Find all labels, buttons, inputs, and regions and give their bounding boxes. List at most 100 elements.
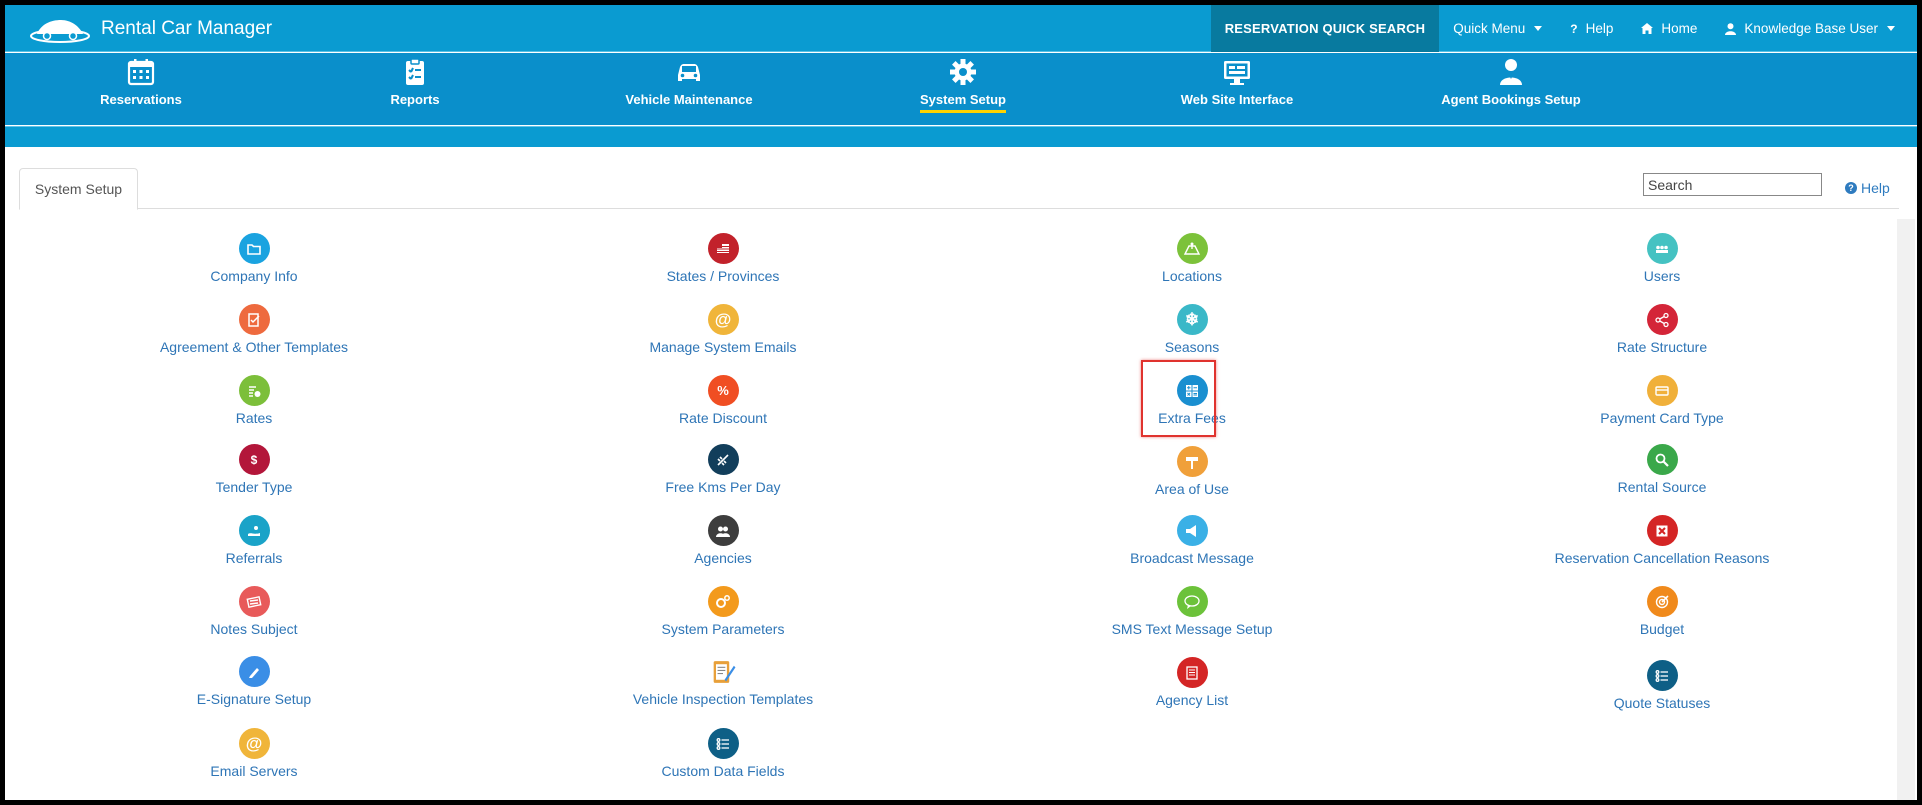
setup-item-agency-list[interactable]: Agency List — [992, 657, 1392, 708]
nav-agent-bookings-setup[interactable]: Agent Bookings Setup — [1431, 57, 1591, 110]
setup-item-label: Manage System Emails — [649, 339, 797, 355]
home-icon — [1641, 23, 1654, 34]
brand[interactable]: Rental Car Manager — [29, 14, 272, 44]
agent-icon — [1500, 59, 1522, 85]
question-circle-icon: ? — [1845, 182, 1857, 194]
setup-item-label: Seasons — [1164, 339, 1220, 355]
setup-item-system-parameters[interactable]: System Parameters — [523, 586, 923, 637]
user-menu-dropdown[interactable]: Knowledge Base User — [1711, 5, 1917, 52]
map-icon — [1176, 233, 1208, 264]
home-link[interactable]: Home — [1627, 5, 1711, 52]
clipboard-icon — [406, 58, 424, 85]
nav-system-setup[interactable]: System Setup — [883, 57, 1043, 113]
setup-item-notes-subject[interactable]: Notes Subject — [54, 586, 454, 637]
setup-item-rate-discount[interactable]: % Rate Discount — [523, 375, 923, 426]
tab-bar: System Setup — [19, 163, 1899, 210]
setup-item-label: Tender Type — [215, 479, 293, 495]
setup-item-label: Agency List — [1155, 692, 1229, 708]
list-doc-icon — [1176, 657, 1208, 688]
folder-icon — [238, 233, 270, 264]
setup-item-locations[interactable]: Locations — [992, 233, 1392, 284]
nav-vehicle-maintenance-label: Vehicle Maintenance — [625, 92, 753, 107]
setup-item-payment-card-type[interactable]: Payment Card Type — [1462, 375, 1862, 426]
setup-item-label: Budget — [1639, 621, 1685, 637]
clipboard-pencil-icon — [708, 656, 739, 687]
scrollbar[interactable] — [1897, 219, 1915, 800]
setup-item-referrals[interactable]: Referrals — [54, 515, 454, 566]
monitor-icon — [1224, 61, 1250, 85]
card-icon — [1646, 375, 1678, 406]
setup-item-budget[interactable]: Budget — [1462, 586, 1862, 637]
car-logo-icon — [30, 20, 90, 43]
app-title: Rental Car Manager — [101, 18, 273, 39]
setup-item-reservation-cancellation-reasons[interactable]: Reservation Cancellation Reasons — [1462, 515, 1862, 566]
setup-item-label: Rental Source — [1617, 479, 1707, 495]
target-icon — [1646, 586, 1678, 617]
help-top-link[interactable]: ? Help — [1556, 5, 1627, 52]
tab-system-setup[interactable]: System Setup — [19, 168, 138, 210]
setup-item-label: Rates — [235, 410, 273, 426]
nav-sub-strip — [5, 126, 1917, 147]
nav-web-site-interface[interactable]: Web Site Interface — [1157, 57, 1317, 110]
setup-item-label: Agreement & Other Templates — [159, 339, 349, 355]
share-icon — [1646, 304, 1678, 335]
setup-item-label: Company Info — [210, 268, 298, 284]
hand-icon — [238, 515, 270, 546]
setup-item-label: Vehicle Inspection Templates — [632, 691, 814, 707]
setup-item-quote-statuses[interactable]: Quote Statuses — [1462, 660, 1862, 711]
main-nav: Reservations Reports Vehicle Maintenance — [5, 53, 1917, 125]
nav-reports[interactable]: Reports — [335, 57, 495, 110]
setup-item-company-info[interactable]: Company Info — [54, 233, 454, 284]
quick-menu-dropdown[interactable]: Quick Menu — [1439, 5, 1556, 52]
at-icon: @ — [707, 304, 739, 335]
setup-item-label: Reservation Cancellation Reasons — [1554, 550, 1770, 566]
at-icon: @ — [238, 728, 270, 759]
search-input[interactable] — [1643, 173, 1822, 196]
user-name: Knowledge Base User — [1744, 21, 1878, 36]
setup-item-e-signature-setup[interactable]: E-Signature Setup — [54, 656, 454, 707]
setup-item-label: Agencies — [694, 550, 752, 566]
magnifier-icon — [1646, 444, 1678, 475]
setup-item-sms-text-message-setup[interactable]: SMS Text Message Setup — [992, 586, 1392, 637]
setup-item-email-servers[interactable]: @ Email Servers — [54, 728, 454, 779]
setup-item-label: Broadcast Message — [1130, 550, 1254, 566]
setup-item-label: Email Servers — [210, 763, 298, 779]
setup-item-tender-type[interactable]: $ Tender Type — [54, 444, 454, 495]
pen-icon — [238, 656, 270, 687]
help-link[interactable]: ? Help — [1845, 180, 1890, 196]
setup-item-broadcast-message[interactable]: Broadcast Message — [992, 515, 1392, 566]
setup-item-area-of-use[interactable]: Area of Use — [992, 446, 1392, 497]
setup-item-label: Free Kms Per Day — [665, 479, 781, 495]
reservation-quick-search-button[interactable]: RESERVATION QUICK SEARCH — [1210, 5, 1440, 52]
chevron-down-icon — [1534, 26, 1543, 31]
setup-item-states-provinces[interactable]: States / Provinces — [523, 233, 923, 284]
calendar-icon — [127, 59, 155, 86]
setup-item-vehicle-inspection-templates[interactable]: Vehicle Inspection Templates — [523, 656, 923, 707]
list-icon — [707, 728, 739, 759]
setup-item-free-kms-per-day[interactable]: Free Kms Per Day — [523, 444, 923, 495]
nav-reports-label: Reports — [390, 92, 440, 107]
document-edit-icon — [238, 304, 270, 335]
nav-vehicle-maintenance[interactable]: Vehicle Maintenance — [609, 57, 769, 110]
question-icon: ? — [1570, 21, 1578, 36]
setup-item-rate-structure[interactable]: Rate Structure — [1462, 304, 1862, 355]
top-bar: Rental Car Manager RESERVATION QUICK SEA… — [5, 5, 1917, 52]
setup-item-label: Custom Data Fields — [661, 763, 785, 779]
extra-fees-highlight-box — [1141, 360, 1216, 437]
setup-item-rates[interactable]: Rates — [54, 375, 454, 426]
money-bag-icon: $ — [238, 444, 270, 475]
setup-item-agreement-templates[interactable]: Agreement & Other Templates — [54, 304, 454, 355]
setup-item-manage-system-emails[interactable]: @ Manage System Emails — [523, 304, 923, 355]
notes-icon — [238, 586, 270, 617]
setup-item-agencies[interactable]: Agencies — [523, 515, 923, 566]
setup-item-label: Quote Statuses — [1613, 695, 1711, 711]
setup-item-custom-data-fields[interactable]: Custom Data Fields — [523, 728, 923, 779]
nav-reservations[interactable]: Reservations — [61, 57, 221, 110]
setup-item-users[interactable]: Users — [1462, 233, 1862, 284]
setup-item-label: Rate Discount — [679, 410, 767, 426]
setup-item-label: Locations — [1162, 268, 1222, 284]
setup-item-rental-source[interactable]: Rental Source — [1462, 444, 1862, 495]
app-window: Rental Car Manager RESERVATION QUICK SEA… — [5, 5, 1917, 800]
setup-item-seasons[interactable]: ❄ Seasons — [992, 304, 1392, 355]
signpost-icon — [1176, 446, 1208, 477]
